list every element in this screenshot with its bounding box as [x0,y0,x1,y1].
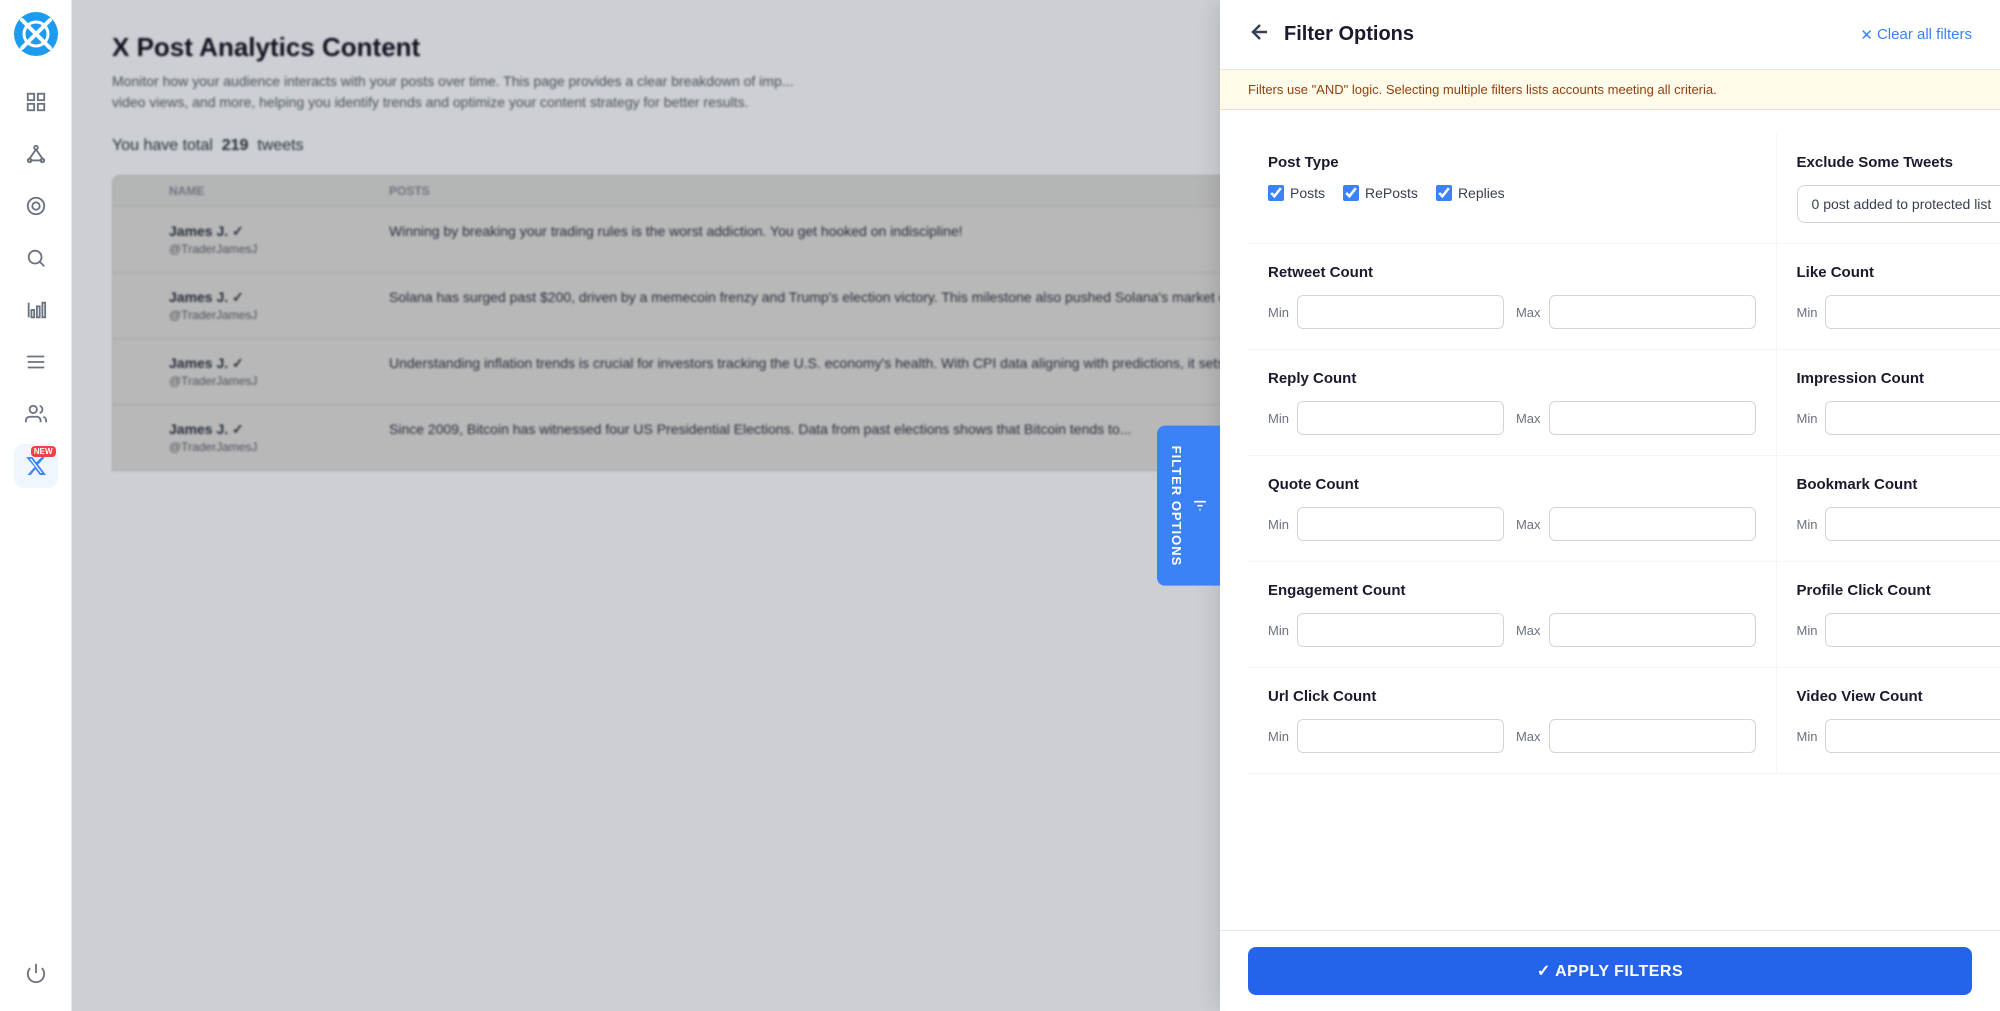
filter-tab-label: FILTER OPTIONS [1169,445,1184,566]
exclude-tweets-section: Exclude Some Tweets 0 post added to prot… [1777,134,2000,244]
like-min-input[interactable] [1825,295,2000,329]
sidebar-item-power[interactable] [14,951,58,995]
engagement-max-input[interactable] [1549,613,1756,647]
reply-max-input[interactable] [1549,401,1756,435]
sidebar-item-network[interactable] [14,132,58,176]
quote-count-title: Quote Count [1268,476,1756,493]
like-count-inputs: Min Max [1797,295,2000,329]
checkbox-replies[interactable]: Replies [1436,185,1505,201]
filter-header: Filter Options ✕ Clear all filters [1220,0,2000,70]
filter-body: Post Type Posts RePosts Replies Exclude … [1220,110,2000,930]
filter-grid: Post Type Posts RePosts Replies Exclude … [1248,134,1972,774]
sidebar-item-search[interactable] [14,236,58,280]
post-type-title: Post Type [1268,154,1756,171]
url-click-count-inputs: Min Max [1268,719,1756,753]
clear-all-button[interactable]: ✕ Clear all filters [1860,26,1972,44]
retweet-max-input[interactable] [1549,295,1756,329]
engagement-count-section: Engagement Count Min Max [1248,562,1777,668]
sidebar-item-dashboard[interactable] [14,80,58,124]
filter-panel-title: Filter Options [1284,23,1414,46]
back-button[interactable] [1248,20,1272,49]
reply-count-section: Reply Count Min Max [1248,350,1777,456]
like-count-title: Like Count [1797,264,2000,281]
video-view-count-inputs: Min Max [1797,719,2000,753]
engagement-count-title: Engagement Count [1268,582,1756,599]
profile-click-min-input[interactable] [1825,613,2000,647]
sidebar-item-chart[interactable] [14,288,58,332]
profile-click-count-title: Profile Click Count [1797,582,2000,599]
filter-notice: Filters use "AND" logic. Selecting multi… [1220,70,2000,110]
apply-filters-button[interactable]: ✓ APPLY FILTERS [1248,947,1972,995]
url-click-max-input[interactable] [1549,719,1756,753]
bookmark-min-input[interactable] [1825,507,2000,541]
video-view-count-section: Video View Count Min Max [1777,668,2000,774]
impression-count-inputs: Min Max [1797,401,2000,435]
bookmark-count-inputs: Min Max [1797,507,2000,541]
checkbox-posts[interactable]: Posts [1268,185,1325,201]
quote-min-input[interactable] [1297,507,1504,541]
reply-count-title: Reply Count [1268,370,1756,387]
engagement-count-inputs: Min Max [1268,613,1756,647]
post-type-checkboxes: Posts RePosts Replies [1268,185,1756,201]
quote-count-section: Quote Count Min Max [1248,456,1777,562]
checkbox-reposts[interactable]: RePosts [1343,185,1418,201]
retweet-count-inputs: Min Max [1268,295,1756,329]
reply-min-input[interactable] [1297,401,1504,435]
filter-options-tab[interactable]: FILTER OPTIONS [1157,425,1220,586]
retweet-min-input[interactable] [1297,295,1504,329]
url-click-count-title: Url Click Count [1268,688,1756,705]
exclude-tweets-title: Exclude Some Tweets [1797,154,2000,171]
sidebar-item-users[interactable] [14,392,58,436]
engagement-min-input[interactable] [1297,613,1504,647]
url-click-count-section: Url Click Count Min Max [1248,668,1777,774]
retweet-count-title: Retweet Count [1268,264,1756,281]
new-badge: NEW [31,446,56,457]
quote-count-inputs: Min Max [1268,507,1756,541]
app-logo[interactable] [14,12,58,56]
impression-min-input[interactable] [1825,401,2000,435]
filter-footer: ✓ APPLY FILTERS [1220,930,2000,1011]
impression-count-section: Impression Count Min Max [1777,350,2000,456]
video-view-min-input[interactable] [1825,719,2000,753]
sidebar-item-x[interactable]: NEW [14,444,58,488]
sidebar-item-list[interactable] [14,340,58,384]
filter-panel: Filter Options ✕ Clear all filters Filte… [1220,0,2000,1011]
reply-count-inputs: Min Max [1268,401,1756,435]
post-type-section: Post Type Posts RePosts Replies [1248,134,1777,244]
sidebar: NEW [0,0,72,1011]
quote-max-input[interactable] [1549,507,1756,541]
bookmark-count-section: Bookmark Count Min Max [1777,456,2000,562]
profile-click-count-section: Profile Click Count Min Max [1777,562,2000,668]
exclude-dropdown[interactable]: 0 post added to protected list [1797,185,2000,223]
like-count-section: Like Count Min Max [1777,244,2000,350]
url-click-min-input[interactable] [1297,719,1504,753]
retweet-count-section: Retweet Count Min Max [1248,244,1777,350]
exclude-row: 0 post added to protected list + Add [1797,185,2000,223]
video-view-count-title: Video View Count [1797,688,2000,705]
sidebar-item-monitor[interactable] [14,184,58,228]
impression-count-title: Impression Count [1797,370,2000,387]
profile-click-count-inputs: Min Max [1797,613,2000,647]
bookmark-count-title: Bookmark Count [1797,476,2000,493]
